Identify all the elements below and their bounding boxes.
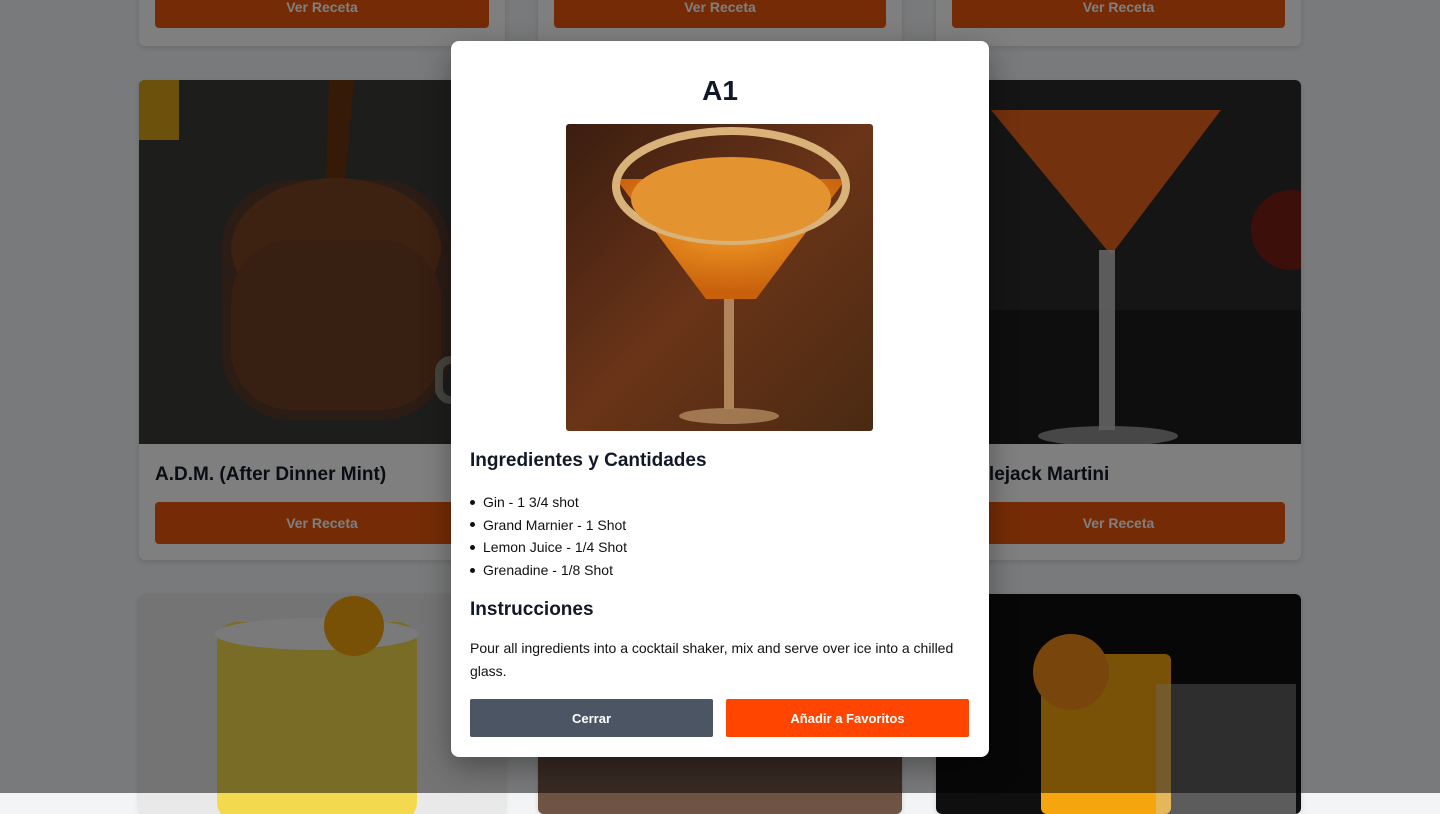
ingredients-heading: Ingredientes y Cantidades [470, 450, 707, 471]
ingredient-item: Grand Marnier - 1 Shot [470, 514, 627, 537]
ingredient-item: Lemon Juice - 1/4 Shot [470, 536, 627, 559]
close-button[interactable]: Cerrar [470, 699, 713, 737]
cocktail-photo [566, 124, 873, 431]
bullet-icon [470, 499, 475, 505]
bullet-icon [470, 545, 475, 551]
ingredients-list: Gin - 1 3/4 shot Grand Marnier - 1 Shot … [470, 491, 627, 582]
modal-title: A1 [702, 75, 738, 106]
instructions-heading: Instrucciones [470, 599, 594, 620]
bullet-icon [470, 522, 475, 528]
add-to-favorites-button[interactable]: Añadir a Favoritos [726, 699, 969, 737]
cocktail-image [566, 124, 873, 431]
ingredient-item: Gin - 1 3/4 shot [470, 491, 627, 514]
ingredient-item: Grenadine - 1/8 Shot [470, 559, 627, 582]
bullet-icon [470, 567, 475, 573]
instructions-text: Pour all ingredients into a cocktail sha… [470, 640, 954, 679]
recipe-modal: A1 Ingredientes y Cantidades Gin - 1 3/4… [451, 41, 989, 757]
